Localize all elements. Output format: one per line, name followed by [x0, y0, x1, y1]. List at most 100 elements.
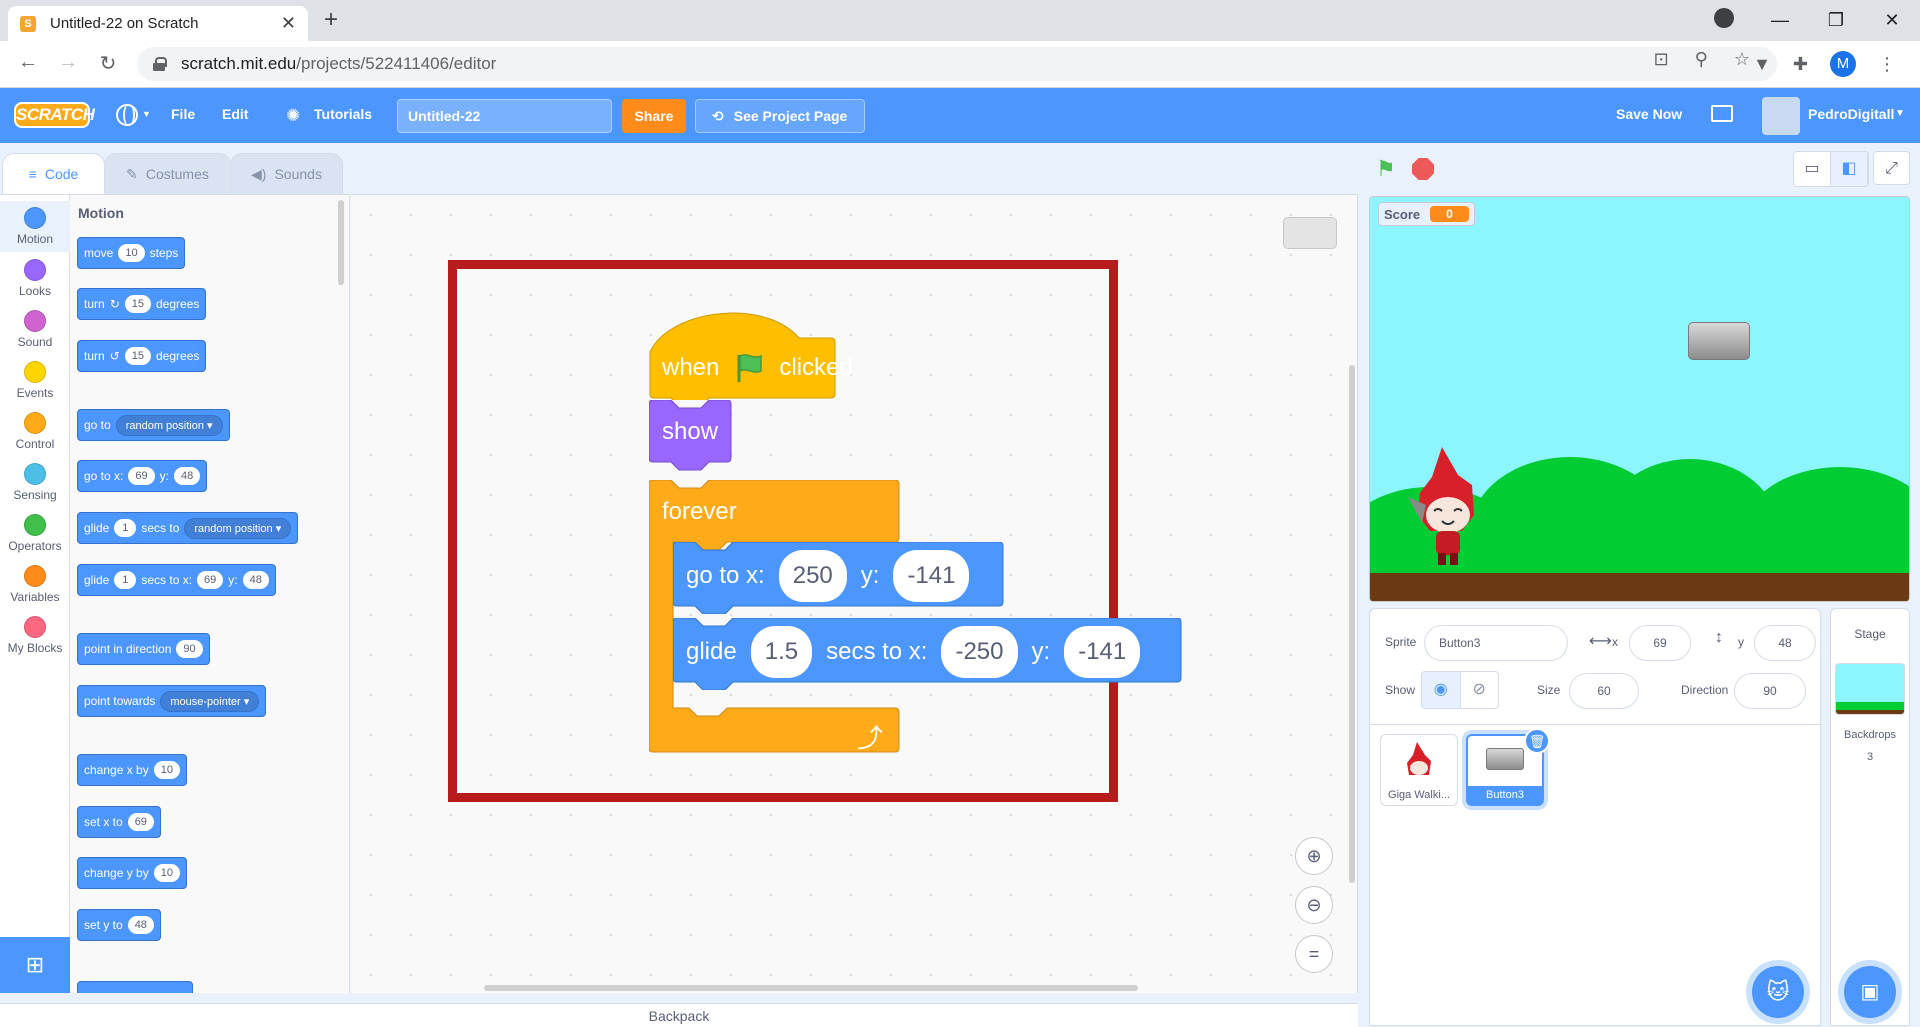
backpack[interactable]: Backpack	[0, 1003, 1358, 1027]
y-input[interactable]: -141	[1064, 626, 1141, 678]
category-looks[interactable]: Looks	[0, 253, 70, 304]
category-my-blocks[interactable]: My Blocks	[0, 610, 70, 661]
move-steps-block[interactable]: move 10 steps	[77, 237, 186, 269]
see-project-page-button[interactable]: ⟲ See Project Page	[695, 99, 865, 133]
add-backdrop-button[interactable]: ▣	[1844, 966, 1896, 1018]
y-input[interactable]: -141	[893, 550, 970, 602]
vertical-scrollbar[interactable]	[1349, 365, 1355, 883]
profile-avatar[interactable]: M	[1830, 51, 1856, 77]
glide-script-block[interactable]: glide 1.5 secs to x: -250 y: -141	[673, 624, 1153, 680]
block-dropdown[interactable]: random position ▾	[184, 517, 292, 539]
zoom-icon[interactable]: ⚲	[1695, 49, 1708, 70]
block-input[interactable]: 48	[127, 916, 154, 934]
block-input[interactable]: 48	[173, 467, 201, 485]
puzzle-icon[interactable]: ✚	[1793, 54, 1808, 75]
maximize-icon[interactable]: ❐	[1808, 10, 1864, 31]
category-variables[interactable]: Variables	[0, 559, 70, 610]
new-tab-icon[interactable]: +	[324, 8, 338, 32]
add-sprite-button[interactable]: 🐱	[1752, 966, 1804, 1018]
normal-stage-icon[interactable]: ◧	[1831, 152, 1868, 186]
turn-left-block[interactable]: turn ↺ 15 degrees	[77, 340, 207, 372]
close-window-icon[interactable]: ✕	[1864, 10, 1920, 31]
change-x-block[interactable]: change x by 10	[77, 754, 187, 786]
username[interactable]: PedroDigitall	[1808, 106, 1894, 122]
edit-menu[interactable]: Edit	[222, 106, 248, 122]
stage-selector[interactable]: Stage Backdrops 3	[1830, 608, 1910, 1026]
user-avatar[interactable]	[1762, 97, 1800, 135]
category-operators[interactable]: Operators	[0, 508, 70, 559]
translate-icon[interactable]: ⊡	[1654, 49, 1669, 70]
close-tab-icon[interactable]: ✕	[281, 13, 296, 34]
turn-right-block[interactable]: turn ↻ 15 degrees	[77, 288, 207, 320]
file-menu[interactable]: File	[171, 106, 195, 122]
point-towards-block[interactable]: point towards mouse-pointer ▾	[77, 685, 267, 717]
lightbulb-icon[interactable]: ✺	[286, 106, 300, 126]
category-sound[interactable]: Sound	[0, 304, 70, 355]
zoom-in-button[interactable]: ⊕	[1295, 837, 1333, 875]
block-dropdown[interactable]: mouse-pointer ▾	[160, 690, 260, 712]
set-y-block[interactable]: set y to 48	[77, 909, 161, 941]
block-input[interactable]: 69	[128, 467, 155, 485]
block-input[interactable]: 1	[114, 519, 137, 537]
zoom-out-button[interactable]: ⊖	[1295, 886, 1333, 924]
stage-canvas[interactable]: Score 0	[1369, 196, 1910, 602]
tutorials-menu[interactable]: Tutorials	[314, 106, 372, 122]
block-input[interactable]: 69	[127, 813, 154, 831]
glide-to-xy-block[interactable]: glide 1 secs to x: 69 y: 48	[77, 564, 276, 596]
go-to-xy-script-block[interactable]: go to x: 250 y: -141	[673, 548, 982, 604]
motion-block-partial[interactable]	[77, 981, 193, 993]
lock-icon[interactable]	[153, 57, 167, 71]
profile-dropdown-icon[interactable]	[1696, 8, 1752, 33]
folder-icon[interactable]	[1711, 105, 1733, 122]
eye-icon[interactable]: ◉	[1422, 672, 1461, 708]
add-extension-button[interactable]: ⊞	[0, 937, 70, 993]
url-field[interactable]: scratch.mit.edu/projects/522411406/edito…	[137, 47, 1777, 81]
fullscreen-button[interactable]: ⤢	[1873, 151, 1910, 185]
scratch-logo[interactable]: SCRATCH	[14, 102, 95, 128]
block-input[interactable]: 10	[153, 761, 180, 779]
forward-icon[interactable]: →	[54, 51, 82, 74]
chevron-down-icon[interactable]: ▼	[142, 109, 151, 119]
eye-hidden-icon[interactable]: ⊘	[1461, 672, 1499, 708]
go-to-block[interactable]: go to random position ▾	[77, 409, 230, 441]
share-button[interactable]: Share	[622, 99, 686, 133]
category-motion[interactable]: Motion	[0, 201, 70, 252]
project-title-input[interactable]	[397, 99, 612, 133]
block-input[interactable]: 1	[114, 571, 137, 589]
glide-to-block[interactable]: glide 1 secs to random position ▾	[77, 512, 299, 544]
horizontal-scrollbar[interactable]	[484, 985, 1138, 991]
block-input[interactable]: 10	[118, 244, 145, 262]
category-control[interactable]: Control	[0, 406, 70, 457]
small-stage-icon[interactable]: ▭	[1794, 152, 1831, 186]
show-block[interactable]: show	[649, 402, 731, 462]
block-dropdown[interactable]: random position ▾	[115, 414, 223, 436]
category-sensing[interactable]: Sensing	[0, 457, 70, 508]
browser-tab[interactable]: S Untitled-22 on Scratch ✕	[8, 6, 308, 41]
size-field[interactable]: 60	[1569, 673, 1639, 709]
change-y-block[interactable]: change y by 10	[77, 857, 187, 889]
save-now-button[interactable]: Save Now	[1616, 106, 1682, 122]
menu-dots-icon[interactable]: ⋮	[1878, 54, 1896, 75]
chevron-down-icon[interactable]: ▼	[1895, 108, 1905, 119]
delete-sprite-icon[interactable]: 🗑	[1524, 728, 1550, 754]
palette-scrollbar[interactable]	[338, 200, 344, 285]
reload-icon[interactable]: ↻	[94, 51, 122, 76]
minimize-icon[interactable]: —	[1752, 10, 1808, 31]
x-field[interactable]: 69	[1629, 625, 1691, 661]
zoom-reset-button[interactable]: =	[1295, 935, 1333, 973]
point-in-direction-block[interactable]: point in direction 90	[77, 633, 210, 665]
direction-field[interactable]: 90	[1734, 673, 1806, 709]
stop-button[interactable]	[1412, 158, 1434, 180]
sprite-tile-giga[interactable]: Giga Walki...	[1380, 734, 1458, 806]
globe-icon[interactable]	[116, 104, 138, 126]
forever-block[interactable]: forever	[649, 482, 750, 542]
category-events[interactable]: Events	[0, 355, 70, 406]
secs-input[interactable]: 1.5	[750, 626, 813, 678]
tab-code[interactable]: ≡ Code	[2, 153, 105, 194]
bookmark-star-icon[interactable]: ☆	[1734, 49, 1750, 70]
x-input[interactable]: 250	[778, 550, 847, 602]
extension-icon[interactable]: ▼	[1753, 54, 1771, 75]
tab-costumes[interactable]: ✎ Costumes	[104, 153, 231, 194]
green-flag-button[interactable]: ⚑	[1376, 156, 1396, 182]
tab-sounds[interactable]: ◀) Sounds	[230, 153, 343, 194]
